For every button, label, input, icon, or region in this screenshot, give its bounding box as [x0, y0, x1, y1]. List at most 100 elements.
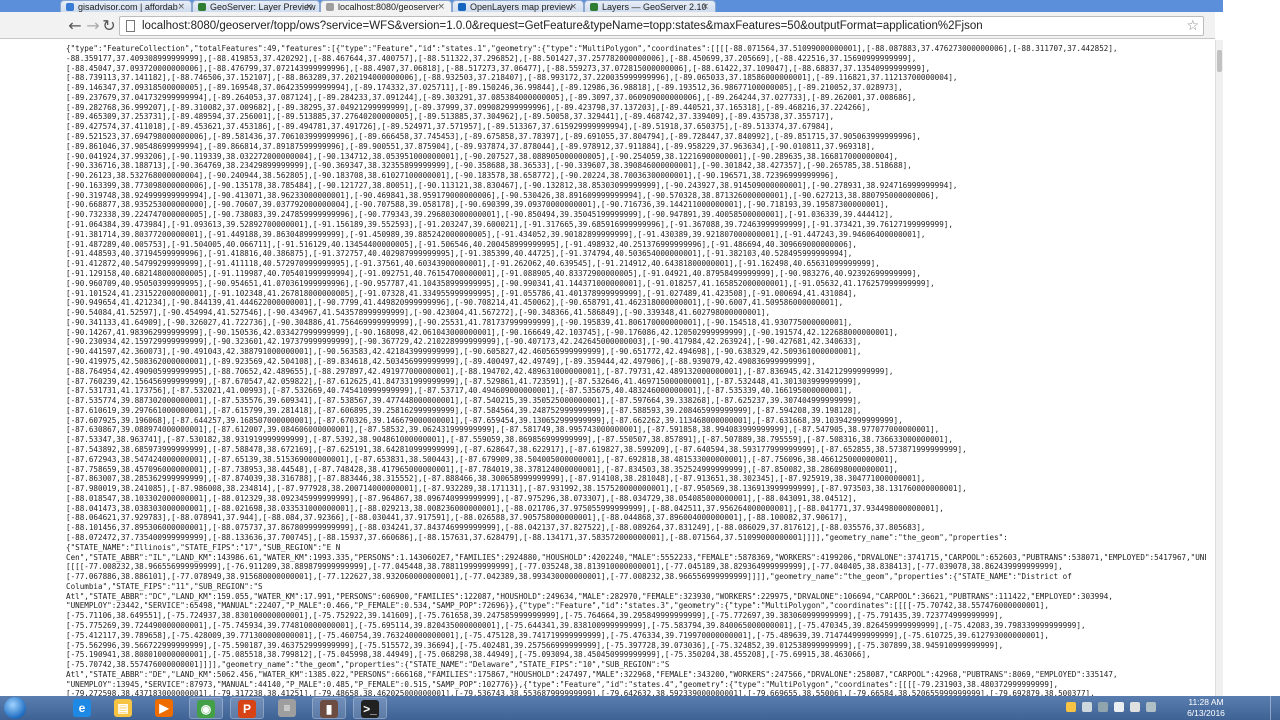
json-text-line: [-91.381714,39.80377200000001],[-91.4491…: [66, 229, 926, 239]
taskbar-server-button[interactable]: ▮: [312, 697, 346, 719]
json-text-line: [-89.146347,37.09318500000005],[-89.1695…: [66, 83, 903, 93]
scrollbar-thumb[interactable]: [1217, 50, 1222, 72]
json-text-line: [-88.041473,38.038303000000001],[-88.021…: [66, 503, 944, 513]
windows-taskbar: e ▤ ▶ ◉ P ≡ ▮ >_ 11:28 AM 6/13/2016: [0, 696, 1280, 720]
json-text-line: [-90.949654,41.421234],[-90.844139,41.44…: [66, 298, 844, 308]
json-text-line: [-90.419975,42.508362000000001],[-89.923…: [66, 356, 816, 366]
json-text-line: [-91.412872,40.54799299999999],[-91.4111…: [66, 259, 880, 269]
json-text-line: [-77.067886,38.886101],[-77.078949,38.91…: [66, 572, 1072, 582]
json-text-line: [-87.53347,38.963741],[-87.530182,38.931…: [66, 435, 953, 445]
tab-title: gisadvisor.com | affordab: [78, 2, 178, 12]
json-text-line: -88.359177,37.409308999999999],[-88.4198…: [66, 53, 917, 63]
address-bar[interactable]: localhost:8080/geoserver/topp/ows?servic…: [119, 16, 1204, 36]
json-text-line: [[[[-77.008232,38.966556999999999],[-76.…: [66, 562, 1063, 572]
taskbar-powerpoint-button[interactable]: P: [230, 697, 264, 719]
json-text-line: [-87.672943,38.547424000000001],[-87.651…: [66, 454, 899, 464]
json-text-line: [-75.70742,38.557476000000001]]]],"geome…: [66, 660, 670, 670]
tray-arrow-icon[interactable]: [1098, 702, 1108, 712]
json-text-line: Atl","STATE_ABBR":"DC","LAND_KM":159.055…: [66, 591, 1113, 601]
json-response-body: {"type":"FeatureCollection","totalFeatur…: [0, 40, 1215, 696]
close-tab-icon[interactable]: ×: [305, 1, 313, 12]
json-text-line: [-90.319748,38.924999999999994],[-90.413…: [66, 190, 940, 200]
json-text-line: [-87.607925,39.196068],[-87.644257,39.16…: [66, 415, 903, 425]
json-text-line: [-89.521523,37.694798000000006],[-89.581…: [66, 132, 921, 142]
tab-title: OpenLayers map preview: [470, 2, 573, 12]
json-text-line: [-87.980019,38.241085],[-87.986008,38.23…: [66, 484, 967, 494]
json-text-line: [-90.54084,41.52597],[-90.454994,41.5275…: [66, 308, 771, 318]
json-text-line: Cen","STATE_ABBR":"IL","LAND_KM":143986.…: [66, 552, 1206, 562]
url-text[interactable]: localhost:8080/geoserver/topp/ows?servic…: [142, 17, 983, 35]
json-text-line: [-75.412117,39.789658],[-75.428009,39.77…: [66, 630, 1049, 640]
network-icon[interactable]: [1082, 702, 1092, 712]
tray-app-icon[interactable]: [1066, 702, 1076, 712]
json-text-line: [-87.758659,38.457096000000001],[-87.738…: [66, 464, 899, 474]
json-text-line: [-88.101456,37.895306000000001],[-88.075…: [66, 523, 926, 533]
tab-title: GeoServer: Layer Preview: [210, 2, 316, 12]
vertical-scrollbar[interactable]: [1215, 40, 1223, 696]
json-text-line: [-90.14267,41.983962999999999],[-90.1505…: [66, 327, 899, 337]
json-text-line: [-90.336716,38.188713],[-90.364769,38.23…: [66, 161, 912, 171]
close-tab-icon[interactable]: ×: [437, 1, 445, 12]
json-text-line: [-90.960709,40.95050399999995],[-90.9546…: [66, 278, 935, 288]
tab-geoserver-wfs[interactable]: localhost:8080/geoserver ×: [320, 0, 452, 12]
json-text-line: [-87.543892,38.685973999999999],[-87.588…: [66, 444, 967, 454]
geoserver-favicon-icon: [590, 3, 598, 11]
reload-icon[interactable]: ↻: [100, 17, 118, 35]
openlayers-favicon-icon: [458, 3, 466, 11]
start-button[interactable]: [4, 697, 26, 719]
tab-title: localhost:8080/geoserver: [338, 2, 439, 12]
json-text-line: [-91.448593,40.37194599999996],[-91.4188…: [66, 249, 853, 259]
json-text-line: [-88.45047,37.093720000000006],[-88.4767…: [66, 63, 931, 73]
json-text-line: [-90.732338,39.224747000000005],[-90.738…: [66, 210, 894, 220]
close-tab-icon[interactable]: ×: [701, 1, 709, 12]
json-text-line: [-90.441597,42.360073],[-90.491043,42.38…: [66, 347, 862, 357]
tab-gisadvisor[interactable]: gisadvisor.com | affordab ×: [60, 0, 192, 12]
bookmark-star-icon[interactable]: ☆: [1186, 17, 1199, 35]
json-text-line: [-91.129158,40.682148000000005],[-91.119…: [66, 268, 921, 278]
page-icon: [126, 20, 135, 32]
clock-date: 6/13/2016: [1187, 708, 1225, 718]
tab-layer-preview[interactable]: GeoServer: Layer Preview ×: [192, 0, 320, 12]
taskbar-chrome-button[interactable]: ◉: [189, 697, 223, 719]
taskbar-internet-explorer-button[interactable]: e: [66, 697, 100, 719]
taskbar-document-button[interactable]: ≡: [271, 697, 305, 719]
json-text-line: [-75.190941,38.808010000000001],[-75.085…: [66, 650, 871, 660]
taskbar-command-prompt-button[interactable]: >_: [353, 697, 387, 719]
json-text-line: [-75.71106,38.649551],[-75.724937,38.830…: [66, 611, 1004, 621]
close-tab-icon[interactable]: ×: [177, 1, 185, 12]
taskbar-file-explorer-button[interactable]: ▤: [107, 697, 141, 719]
json-text-line: [-91.101524,41.231522000000001],[-91.102…: [66, 288, 857, 298]
json-text-line: [-88.764954,42.490905999999995],[-88.706…: [66, 366, 894, 376]
tab-openlayers[interactable]: OpenLayers map preview ×: [452, 0, 584, 12]
command-prompt-icon: >_: [361, 700, 379, 718]
json-text-line: [-89.427574,37.411018],[-89.453621,37.45…: [66, 122, 835, 132]
back-arrow-icon[interactable]: ←: [66, 17, 84, 35]
json-text-line: [-87.531731,41.173756],[-87.532021,41.00…: [66, 386, 853, 396]
json-text-line: [-87.863007,38.285362999999999],[-87.874…: [66, 474, 926, 484]
json-text-line: Atl","STATE_ABBR":"DE","LAND_KM":5062.45…: [66, 669, 1118, 679]
file-explorer-icon: ▤: [114, 699, 132, 717]
json-text-line: [-90.163399,38.773098000000006],[-90.135…: [66, 180, 958, 190]
show-desktop-button[interactable]: [1270, 696, 1280, 720]
volume-icon[interactable]: [1114, 702, 1124, 712]
taskbar-media-player-button[interactable]: ▶: [148, 697, 182, 719]
json-text-line: [-87.760239,42.156456999999999],[-87.670…: [66, 376, 862, 386]
json-text-line: [-90.230934,42.159729999999999],[-90.323…: [66, 337, 862, 347]
media-player-icon: ▶: [155, 699, 173, 717]
tab-layers[interactable]: Layers — GeoServer 2.10 ×: [584, 0, 716, 12]
json-text-line: Columbia","STATE_FIPS":"11","SUB_REGION"…: [66, 581, 263, 591]
battery-icon[interactable]: [1146, 702, 1156, 712]
browser-toolbar: ← → ↻ localhost:8080/geoserver/topp/ows?…: [0, 12, 1215, 39]
flag-icon[interactable]: [1130, 702, 1140, 712]
json-text-line: [-91.487289,40.005753],[-91.504005,40.06…: [66, 239, 857, 249]
tab-title: Layers — GeoServer 2.10: [602, 2, 707, 12]
json-text-line: "UNEMPLOY":23442,"SERVICE":65498,"MANUAL…: [66, 601, 1049, 611]
gisadvisor-favicon-icon: [66, 3, 74, 11]
page-favicon-icon: [326, 3, 334, 11]
json-text-line: {"STATE_NAME":"Illinois","STATE_FIPS":"1…: [66, 542, 341, 552]
json-text-line: "UNEMPLOY":13945,"SERVICE":87973,"MANUAL…: [66, 679, 1059, 689]
json-text-line: [-88.739113,37.141182],[-88.746506,37.15…: [66, 73, 958, 83]
system-clock[interactable]: 11:28 AM 6/13/2016: [1166, 696, 1246, 720]
close-tab-icon[interactable]: ×: [569, 1, 577, 12]
powerpoint-icon: P: [238, 700, 256, 718]
